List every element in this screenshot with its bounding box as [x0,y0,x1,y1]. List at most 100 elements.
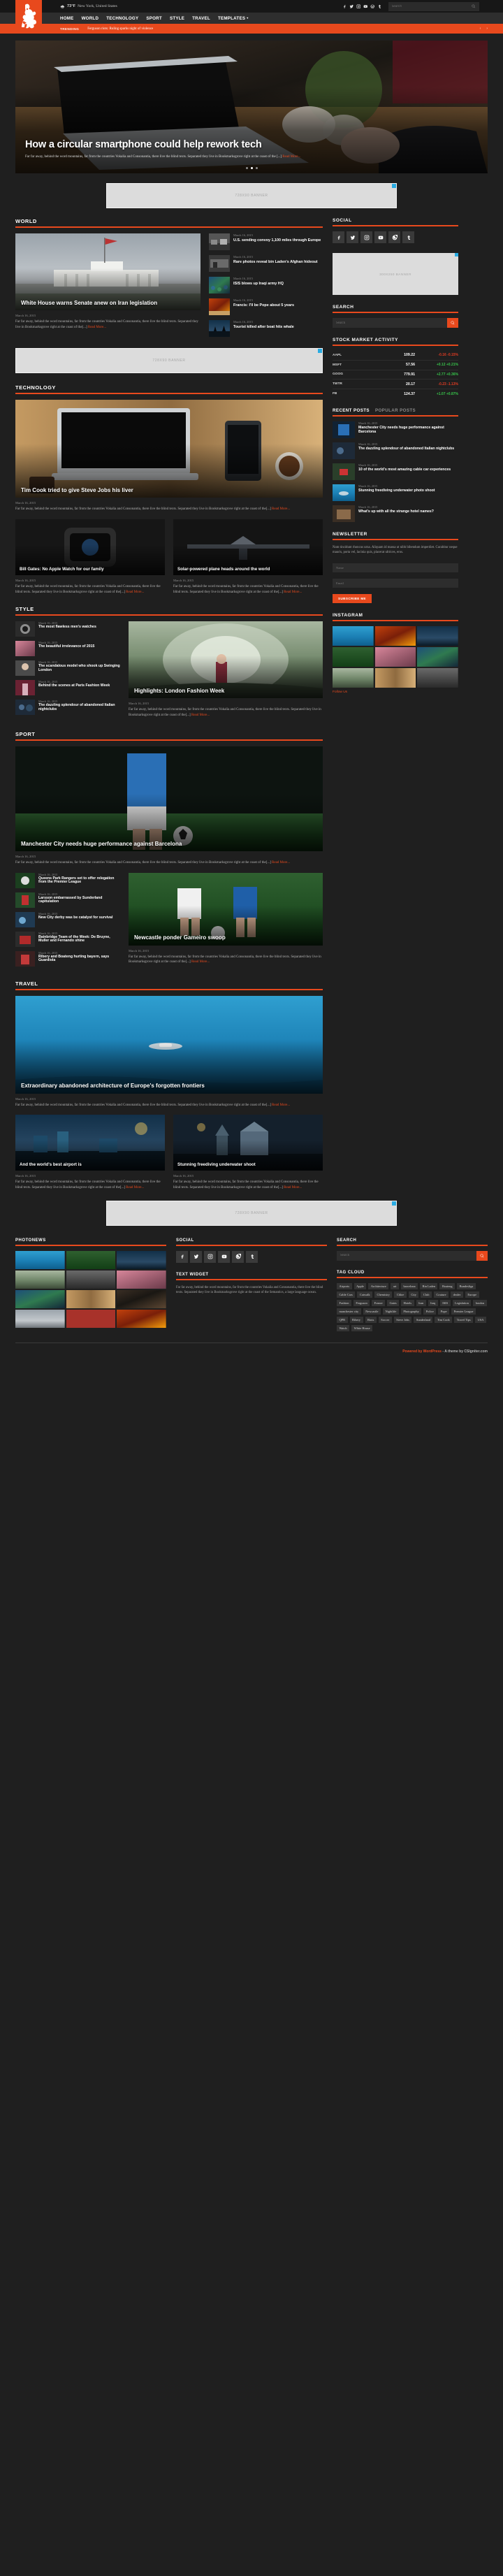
list-item[interactable]: March 16, 2015 Behind the scenes at Pari… [15,680,120,696]
twitter-icon[interactable] [190,1250,202,1263]
tag-item[interactable]: Bin Laden [420,1282,438,1289]
youtube-icon[interactable] [374,231,386,243]
tag-item[interactable]: Fashion [337,1299,351,1306]
list-item-title[interactable]: ISIS blows up Iraqi army HQ [233,282,284,286]
tag-item[interactable]: Iran [416,1299,426,1306]
tag-item[interactable]: Steve Jobs [393,1316,412,1323]
tag-item[interactable]: France [372,1299,386,1306]
sport-feature-title[interactable]: Manchester City needs huge performance a… [21,841,317,847]
tech-subpost-1-title[interactable]: Bill Gates: No Apple Watch for our famil… [20,567,161,572]
travel-feature-read-more[interactable]: Read More... [272,1104,290,1107]
photonews-photo[interactable] [117,1289,166,1308]
hero-dot-3[interactable] [255,167,258,169]
twitter-icon[interactable] [349,4,354,9]
tag-item[interactable]: Watch [337,1324,350,1331]
tag-item[interactable]: Soccer [378,1316,392,1323]
tag-item[interactable]: Bundesliga [457,1282,476,1289]
list-item[interactable]: March 16, 2015 The scandalous model who … [15,660,120,676]
tag-item[interactable]: Riots [365,1316,377,1323]
list-item[interactable]: March 16, 2015 The dazzling splendour of… [15,700,120,716]
tag-item[interactable]: Tim Cook [435,1316,453,1323]
photonews-photo[interactable] [117,1250,166,1269]
tag-item[interactable]: Catwalk [357,1291,373,1298]
list-item[interactable]: March 16, 2015 ISIS blows up Iraqi army … [209,277,323,294]
list-item[interactable]: March 16, 2015 U.S. sending convoy 1,100… [209,233,323,250]
instagram-photo[interactable] [374,667,416,688]
tab-recent-posts[interactable]: RECENT POSTS [333,408,370,413]
list-item[interactable]: March 16, 2015 10 of the world's most am… [333,463,458,480]
wordpress-credit-link[interactable]: Powered by WordPress [402,1349,442,1354]
list-item-title[interactable]: The most flawless men's watches [38,625,96,630]
travel-subpost-2-card[interactable]: Stunning freediving underwater shoot [173,1115,323,1171]
list-item-title[interactable]: The dazzling splendour of abandoned Ital… [38,703,120,712]
search-icon[interactable] [472,4,476,8]
list-item[interactable]: March 16, 2015 Stunning freediving under… [333,484,458,501]
list-item-title[interactable]: Manchester City needs huge performance a… [358,426,458,434]
tag-item[interactable]: Gates [387,1299,400,1306]
search-button[interactable] [447,318,458,328]
photonews-photo[interactable] [15,1309,65,1328]
tag-item[interactable]: Premier League [451,1308,476,1315]
list-item-title[interactable]: Behind the scenes at Paris Fashion Week [38,683,110,688]
tag-item[interactable]: Chemistry [374,1291,393,1298]
list-item-title[interactable]: New City derby was be catalyst for survi… [38,916,112,920]
tech-subpost-1-card[interactable]: Bill Gates: No Apple Watch for our famil… [15,519,165,575]
list-item-title[interactable]: What's up with all the strange hotel nam… [358,509,434,514]
nav-item-travel[interactable]: TRAVEL [192,16,210,21]
list-item[interactable]: March 16, 2015 Bainbridge Team of the We… [15,931,120,947]
list-item-title[interactable]: The scandalous model who shook up Swingi… [38,664,120,673]
tag-item[interactable]: Cable Cars [337,1291,356,1298]
sport-feature-card[interactable]: Manchester City needs huge performance a… [15,746,323,851]
search-input[interactable] [333,318,447,328]
list-item[interactable]: March 16, 2015 Francis: I'll be Pope abo… [209,298,323,315]
tag-item[interactable]: Travel Tips [454,1316,474,1323]
wordpress-icon[interactable] [370,4,375,9]
instagram-icon[interactable] [356,4,361,9]
photonews-photo[interactable] [66,1250,116,1269]
tag-item[interactable]: Apple [353,1282,367,1289]
tag-item[interactable]: Couture [433,1291,449,1298]
newsletter-name-input[interactable] [333,563,458,572]
nav-item-technology[interactable]: TECHNOLOGY [106,16,138,21]
list-item[interactable]: March 16, 2015 The dazzling splendour of… [333,442,458,459]
style-feature-title[interactable]: Highlights: London Fashion Week [134,688,317,694]
search-button[interactable] [476,1250,488,1261]
hero-dot-1[interactable] [245,167,248,169]
list-item[interactable]: March 16, 2015 Rare photos reveal bin La… [209,255,323,272]
travel-feature-card[interactable]: Extraordinary abandoned architecture of … [15,995,323,1094]
tag-item[interactable]: Airports [337,1282,352,1289]
nav-item-style[interactable]: STYLE [170,16,184,21]
instagram-photo[interactable] [333,625,374,646]
list-item[interactable]: March 16, 2015 The most flawless men's w… [15,621,120,637]
youtube-icon[interactable] [218,1250,230,1263]
tag-item[interactable]: Architecture [368,1282,389,1289]
tag-item[interactable]: QPR [337,1316,348,1323]
tech-subpost-1-read-more[interactable]: Read More... [126,591,144,594]
tag-item[interactable]: Pope [438,1308,450,1315]
tag-item[interactable]: Chloe [394,1291,407,1298]
photonews-photo[interactable] [66,1289,116,1308]
list-item-title[interactable]: Francis: I'll be Pope about 5 years [233,303,294,307]
instagram-photo[interactable] [374,646,416,667]
topbar-search-input[interactable] [392,4,472,8]
trending-next-arrow[interactable]: › [486,27,488,31]
tech-feature-read-more[interactable]: Read More... [272,507,290,511]
instagram-photo[interactable] [374,625,416,646]
tag-item[interactable]: barcelona [400,1282,418,1289]
list-item-title[interactable]: The beautiful irrelevance of 2015 [38,644,94,649]
wordpress-icon[interactable] [232,1250,244,1263]
nav-item-world[interactable]: WORLD [82,16,99,21]
tag-item[interactable]: Iraq [428,1299,438,1306]
tag-item[interactable]: Club [421,1291,432,1298]
newsletter-email-input[interactable] [333,578,458,588]
tech-feature-title[interactable]: Tim Cook tried to give Steve Jobs his li… [21,487,317,493]
tech-subpost-2-title[interactable]: Solar-powered plane heads around the wor… [177,567,319,572]
list-item-title[interactable]: U.S. sending convoy 1,100 miles through … [233,238,321,243]
hero-slider[interactable]: How a circular smartphone could help rew… [15,41,488,173]
topbar-search[interactable] [388,1,479,11]
hero-dot-2[interactable] [250,167,253,169]
tumblr-icon[interactable] [246,1250,258,1263]
tab-popular-posts[interactable]: POPULAR POSTS [375,408,416,413]
youtube-icon[interactable] [363,4,368,9]
nav-item-templates[interactable]: TEMPLATES [218,16,249,21]
